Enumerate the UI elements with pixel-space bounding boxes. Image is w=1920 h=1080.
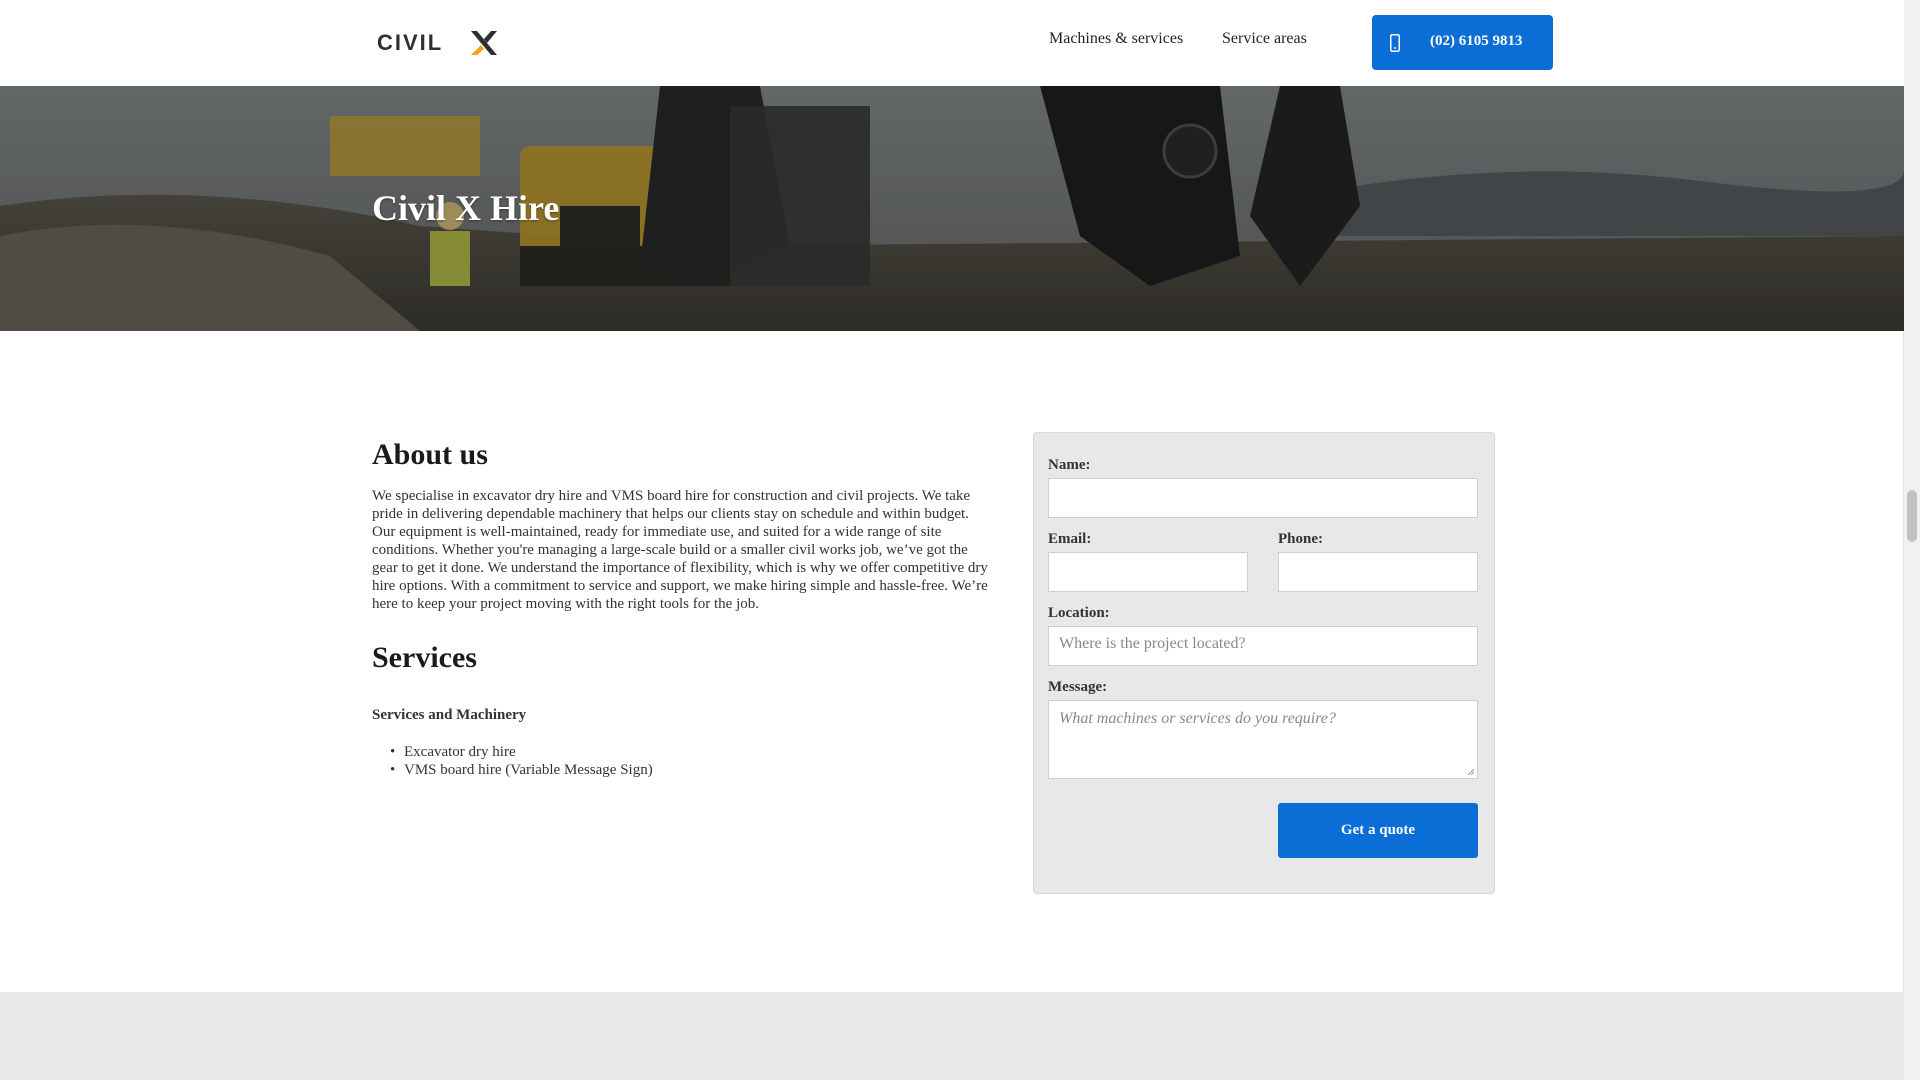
service-item-vms: VMS board hire (Variable Message Sign)	[404, 762, 653, 778]
site-header: CIVIL Machines & services Service areas …	[0, 0, 1904, 86]
phone-label: Phone:	[1278, 531, 1323, 547]
nav-service-areas[interactable]: Service areas	[1222, 30, 1307, 48]
message-field[interactable]: What machines or services do you require…	[1048, 700, 1478, 779]
scrollbar-thumb[interactable]	[1907, 490, 1917, 542]
hero-background-image	[0, 86, 1904, 331]
logo-text: CIVIL	[377, 30, 444, 55]
hero-banner: Civil X Hire	[0, 86, 1904, 331]
message-label: Message:	[1048, 679, 1108, 695]
phone-icon	[1390, 34, 1400, 52]
about-heading: About us	[372, 438, 488, 471]
footer-band	[0, 992, 1904, 1080]
location-field[interactable]: Where is the project located?	[1048, 626, 1478, 666]
name-field[interactable]	[1048, 478, 1478, 518]
email-label: Email:	[1048, 531, 1092, 547]
bullet-icon: •	[390, 744, 396, 760]
services-heading: Services	[372, 641, 477, 674]
services-list: • Excavator dry hire • VMS board hire (Var…	[388, 743, 653, 779]
resize-handle-icon[interactable]	[1467, 768, 1475, 776]
vertical-scrollbar[interactable]	[1903, 0, 1920, 1080]
location-placeholder: Where is the project located?	[1059, 635, 1246, 652]
get-quote-button[interactable]: Get a quote	[1278, 803, 1478, 858]
services-subheading: Services and Machinery	[372, 707, 527, 723]
name-label: Name:	[1048, 457, 1091, 473]
service-item-excavator: Excavator dry hire	[404, 744, 516, 760]
about-text: We specialise in excavator dry hire and …	[372, 488, 988, 612]
nav-machines-services[interactable]: Machines & services	[1049, 30, 1183, 48]
email-field[interactable]	[1048, 552, 1248, 592]
list-item: • VMS board hire (Variable Message Sign)	[388, 761, 653, 779]
phone-number: (02) 6105 9813	[1430, 33, 1523, 49]
location-label: Location:	[1048, 605, 1110, 621]
list-item: • Excavator dry hire	[388, 743, 653, 761]
logo-x-icon	[471, 31, 497, 55]
message-placeholder: What machines or services do you require…	[1059, 710, 1336, 727]
bullet-icon: •	[390, 762, 396, 778]
hero-title: Civil X Hire	[372, 188, 560, 228]
phone-button[interactable]: (02) 6105 9813	[1372, 15, 1553, 70]
logo[interactable]: CIVIL	[377, 28, 503, 58]
phone-field[interactable]	[1278, 552, 1478, 592]
